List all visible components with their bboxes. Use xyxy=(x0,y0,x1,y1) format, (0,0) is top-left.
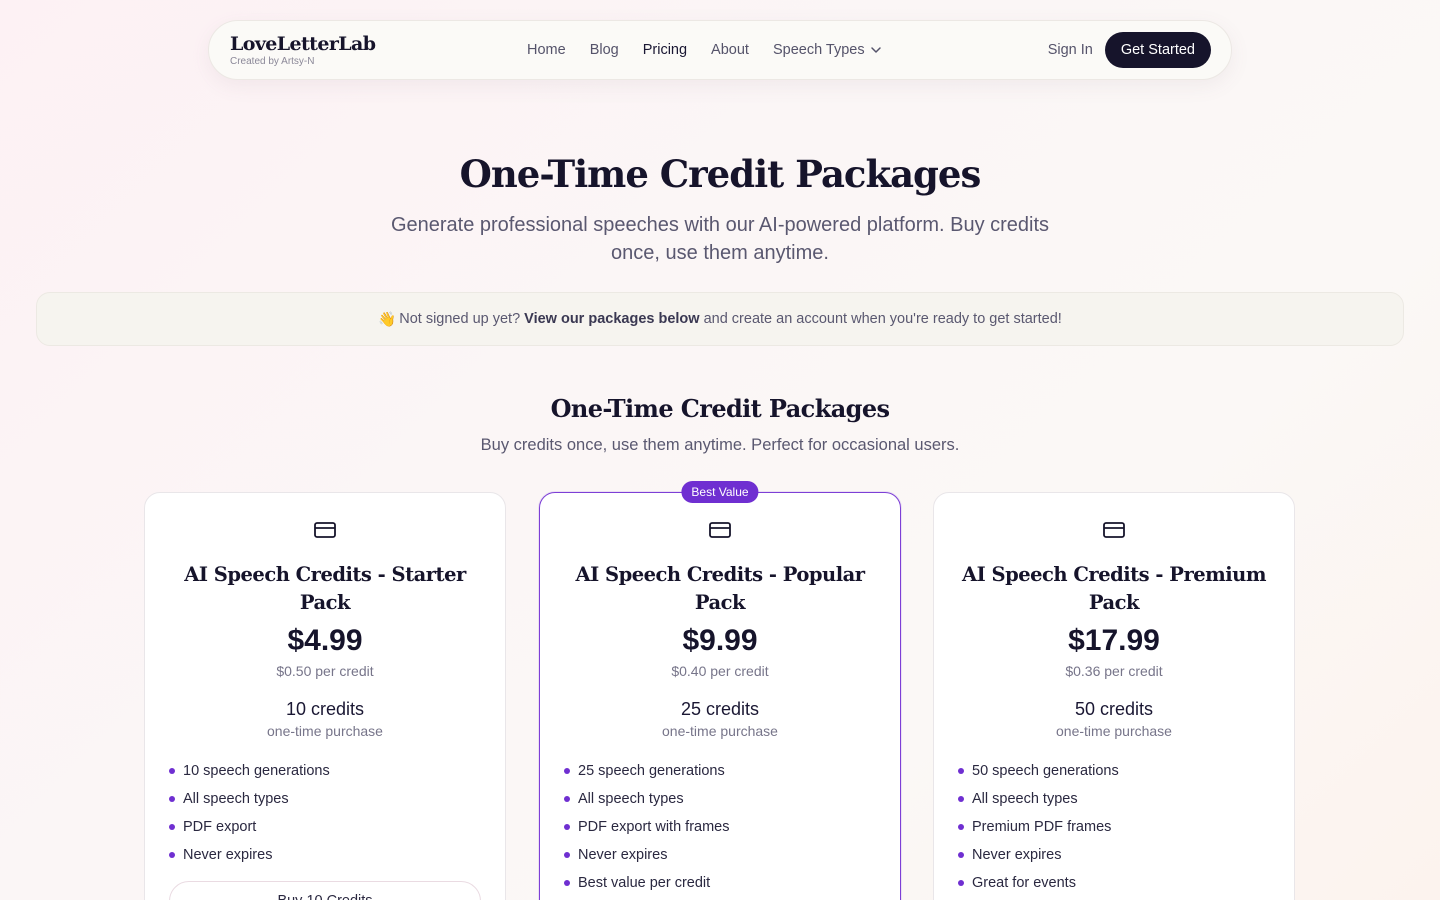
feature-item: Best value per credit xyxy=(564,869,876,897)
waving-hand-icon: 👋 xyxy=(378,311,397,328)
feature-text: 50 speech generations xyxy=(972,763,1119,779)
feature-text: Premium PDF frames xyxy=(972,819,1112,835)
bullet-dot-icon xyxy=(564,880,570,886)
chevron-down-icon xyxy=(870,47,881,53)
feature-item: Never expires xyxy=(564,841,876,869)
credit-card-icon xyxy=(1103,522,1125,538)
section-subtitle: Buy credits once, use them anytime. Perf… xyxy=(480,436,960,454)
brand-credit: Created by Artsy-N xyxy=(230,55,315,67)
bullet-dot-icon xyxy=(169,796,175,802)
page-title: One-Time Credit Packages xyxy=(459,152,982,196)
pricing-card-premium: AI Speech Credits - Premium Pack $17.99 … xyxy=(933,492,1295,900)
card-price: $9.99 xyxy=(682,624,758,657)
pricing-card-popular: Best Value AI Speech Credits - Popular P… xyxy=(539,481,901,900)
feature-text: Never expires xyxy=(972,847,1062,863)
card-price: $17.99 xyxy=(1068,624,1160,657)
feature-item: PDF export xyxy=(169,813,481,841)
buy-credits-button[interactable]: Buy 10 Credits xyxy=(169,881,481,900)
card-price: $4.99 xyxy=(287,624,363,657)
bullet-dot-icon xyxy=(958,852,964,858)
bullet-dot-icon xyxy=(564,852,570,858)
feature-text: PDF export with frames xyxy=(578,819,730,835)
card-per-credit: $0.36 per credit xyxy=(1065,663,1163,679)
nav-speech-types-dropdown[interactable]: Speech Types xyxy=(773,42,882,58)
card-purchase-type: one-time purchase xyxy=(1056,723,1172,739)
feature-text: All speech types xyxy=(578,791,684,807)
signup-notice: 👋 Not signed up yet? View our packages b… xyxy=(36,292,1404,346)
card-title: AI Speech Credits - Starter Pack xyxy=(184,563,466,614)
bullet-dot-icon xyxy=(958,796,964,802)
feature-text: PDF export xyxy=(183,819,257,835)
brand-name[interactable]: LoveLetterLab xyxy=(230,33,430,55)
feature-text: All speech types xyxy=(183,791,289,807)
feature-item: All speech types xyxy=(169,785,481,813)
card-purchase-type: one-time purchase xyxy=(662,723,778,739)
card-title: AI Speech Credits - Popular Pack xyxy=(575,563,865,614)
get-started-button[interactable]: Get Started xyxy=(1104,32,1211,68)
card-credits: 25 credits xyxy=(680,699,760,719)
feature-list: 10 speech generations All speech types P… xyxy=(169,757,481,869)
brand[interactable]: LoveLetterLab Created by Artsy-N xyxy=(230,33,430,68)
card-credits: 10 credits xyxy=(285,699,365,719)
feature-text: Best value per credit xyxy=(578,875,711,891)
feature-item: 50 speech generations xyxy=(958,757,1270,785)
nav-actions: Sign In Get Started xyxy=(1048,32,1211,68)
nav-about[interactable]: About xyxy=(711,42,749,58)
feature-item: PDF export with frames xyxy=(564,813,876,841)
page-subtitle: Generate professional speeches with our … xyxy=(390,214,1050,264)
card-purchase-type: one-time purchase xyxy=(267,723,383,739)
card-title: AI Speech Credits - Premium Pack xyxy=(961,563,1267,614)
feature-text: 25 speech generations xyxy=(578,763,725,779)
feature-item: Never expires xyxy=(169,841,481,869)
bullet-dot-icon xyxy=(564,824,570,830)
feature-item: Great for events xyxy=(958,869,1270,897)
top-navbar: LoveLetterLab Created by Artsy-N Home Bl… xyxy=(208,20,1232,80)
feature-list: 50 speech generations All speech types P… xyxy=(958,757,1270,897)
nav-links: Home Blog Pricing About Speech Types xyxy=(527,21,882,79)
card-credits: 50 credits xyxy=(1074,699,1154,719)
feature-text: Never expires xyxy=(183,847,273,863)
best-value-badge: Best Value xyxy=(681,481,759,503)
nav-home[interactable]: Home xyxy=(527,42,566,58)
notice-text-pre: Not signed up yet? xyxy=(399,311,521,327)
feature-text: Great for events xyxy=(972,875,1076,891)
nav-speech-types-label: Speech Types xyxy=(772,42,865,58)
bullet-dot-icon xyxy=(169,824,175,830)
feature-item: Never expires xyxy=(958,841,1270,869)
feature-item: All speech types xyxy=(958,785,1270,813)
pricing-card-starter: AI Speech Credits - Starter Pack $4.99 $… xyxy=(144,492,506,900)
nav-blog[interactable]: Blog xyxy=(590,42,619,58)
bullet-dot-icon xyxy=(564,796,570,802)
credit-card-icon xyxy=(314,522,336,538)
feature-text: Never expires xyxy=(578,847,668,863)
notice-text-post: and create an account when you're ready … xyxy=(703,311,1062,327)
bullet-dot-icon xyxy=(958,824,964,830)
feature-item: 10 speech generations xyxy=(169,757,481,785)
card-per-credit: $0.40 per credit xyxy=(671,663,769,679)
notice-text-bold: View our packages below xyxy=(524,311,700,327)
credit-card-icon xyxy=(709,522,731,538)
nav-pricing[interactable]: Pricing xyxy=(643,42,687,58)
sign-in-link[interactable]: Sign In xyxy=(1048,42,1093,58)
bullet-dot-icon xyxy=(564,768,570,774)
feature-text: 10 speech generations xyxy=(183,763,330,779)
feature-list: 25 speech generations All speech types P… xyxy=(564,757,876,897)
bullet-dot-icon xyxy=(169,768,175,774)
section-title: One-Time Credit Packages xyxy=(550,394,890,423)
bullet-dot-icon xyxy=(958,768,964,774)
feature-item: All speech types xyxy=(564,785,876,813)
feature-item: 25 speech generations xyxy=(564,757,876,785)
card-per-credit: $0.50 per credit xyxy=(276,663,374,679)
feature-text: All speech types xyxy=(972,791,1078,807)
feature-item: Premium PDF frames xyxy=(958,813,1270,841)
bullet-dot-icon xyxy=(958,880,964,886)
bullet-dot-icon xyxy=(169,852,175,858)
